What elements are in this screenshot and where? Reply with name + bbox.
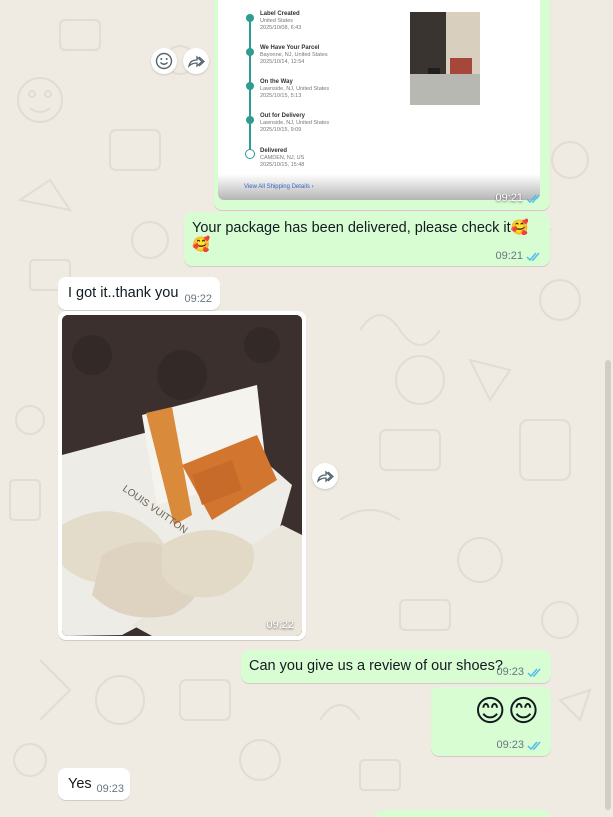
emoji-react-button[interactable] <box>151 48 177 74</box>
forward-button[interactable] <box>183 48 209 74</box>
message-text: Can you give us a review of our shoes? <box>249 658 503 674</box>
tracking-screenshot[interactable]: Label Created United States 2025/10/08, … <box>218 0 540 200</box>
double-check-icon <box>526 252 540 261</box>
timeline-step: Out for Delivery Lawnside, NJ, United St… <box>260 113 330 133</box>
message-time: 09:23 <box>96 783 124 795</box>
outgoing-message[interactable]: Can you give us a review of our shoes? 0… <box>241 650 551 683</box>
timeline-dot <box>246 48 254 56</box>
outgoing-message-partial[interactable] <box>375 810 551 817</box>
message-text: I got it..thank you <box>68 285 179 301</box>
incoming-message[interactable]: I got it..thank you 09:22 <box>58 277 220 310</box>
package-photo[interactable]: LOUIS VUITTON 09:22 <box>62 315 302 636</box>
message-time: 09:22 <box>266 619 294 631</box>
message-meta: 09:23 <box>496 739 543 751</box>
forward-button[interactable] <box>312 463 338 489</box>
timeline-step: On the Way Lawnside, NJ, United States 2… <box>260 79 330 99</box>
tracking-image-message[interactable]: Label Created United States 2025/10/08, … <box>214 0 550 210</box>
message-meta: 09:21 <box>495 250 542 262</box>
message-text: Yes <box>68 776 92 792</box>
timeline-dot-delivered <box>245 149 255 159</box>
timeline-dot <box>246 116 254 124</box>
chat-scrollbar[interactable] <box>605 360 611 810</box>
incoming-message[interactable]: Yes 09:23 <box>58 768 130 800</box>
forward-arrow-icon <box>188 55 205 68</box>
outgoing-message[interactable]: Your package has been delivered, please … <box>184 212 550 266</box>
timeline-step: We Have Your Parcel Bayonne, NJ, United … <box>260 45 328 65</box>
timeline-dot <box>246 82 254 90</box>
double-check-icon <box>527 741 541 750</box>
double-check-icon <box>526 194 540 203</box>
timeline-step: Delivered CAMDEN, NJ, US 2025/10/15, 15:… <box>260 148 305 168</box>
view-all-shipping-link: View All Shipping Details › <box>244 184 314 190</box>
smiley-face-icon <box>155 52 173 70</box>
timeline-step: Label Created United States 2025/10/08, … <box>260 11 302 31</box>
message-meta: 09:23 <box>496 666 543 678</box>
forward-arrow-icon <box>317 470 334 483</box>
message-time: 09:22 <box>184 293 212 305</box>
emoji-text: 😊😊 <box>474 695 541 728</box>
message-text: Your package has been delivered, please … <box>192 220 529 253</box>
timeline-dot <box>246 14 254 22</box>
message-time: 09:21 <box>495 192 542 204</box>
double-check-icon <box>527 668 541 677</box>
outgoing-emoji-message[interactable]: 😊😊 09:23 <box>431 687 551 756</box>
delivery-proof-photo <box>410 12 480 105</box>
incoming-photo-message[interactable]: LOUIS VUITTON 09:22 <box>58 311 306 640</box>
